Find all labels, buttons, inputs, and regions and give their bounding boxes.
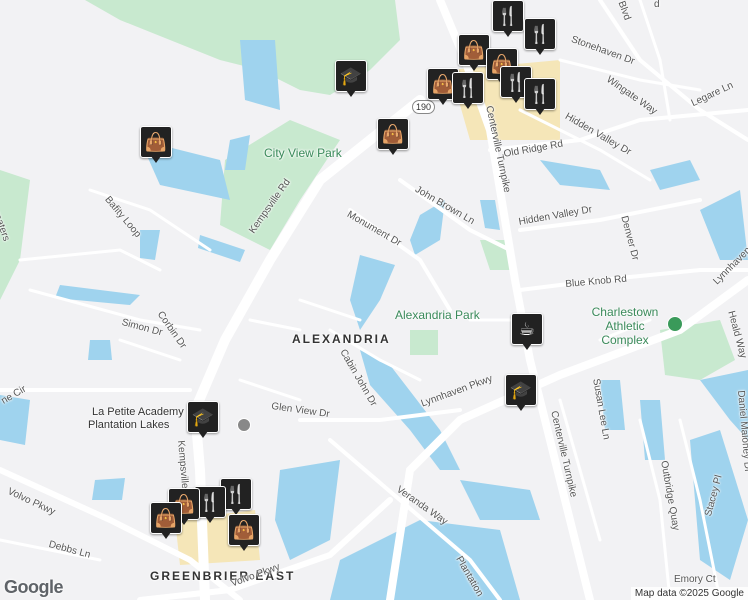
poi-marker-icon[interactable]: [237, 418, 251, 432]
restaurant-pin[interactable]: 🍴: [452, 72, 484, 112]
school-pin[interactable]: 🎓: [335, 60, 367, 100]
shopping-bag-icon: 👜: [228, 514, 260, 546]
map-base-layer: [0, 0, 748, 600]
park-label-alexandria[interactable]: Alexandria Park: [395, 309, 480, 321]
area-label-alexandria: ALEXANDRIA: [292, 332, 391, 346]
poi-label-la-petite[interactable]: La Petite Academy: [92, 407, 184, 418]
shopping-bag-icon: 👜: [150, 502, 182, 534]
road-label-emory: Emory Ct: [674, 574, 716, 585]
shopping-bag-pin[interactable]: 👜: [150, 502, 182, 542]
restaurant-icon: 🍴: [492, 0, 524, 32]
restaurant-icon: 🍴: [452, 72, 484, 104]
school-icon: 🎓: [505, 374, 537, 406]
restaurant-pin[interactable]: 🍴: [524, 18, 556, 58]
restaurant-icon: 🍴: [524, 78, 556, 110]
park-label-city-view[interactable]: City View Park: [264, 147, 342, 159]
map-canvas[interactable]: ALEXANDRIA GREENBRIER EAST City View Par…: [0, 0, 748, 600]
school-pin[interactable]: 🎓: [505, 374, 537, 414]
park-marker-icon[interactable]: [667, 316, 683, 332]
shopping-bag-pin[interactable]: 👜: [228, 514, 260, 554]
restaurant-pin[interactable]: 🍴: [492, 0, 524, 40]
shopping-bag-pin[interactable]: 👜: [377, 118, 409, 158]
school-icon: 🎓: [335, 60, 367, 92]
park-label-charlestown[interactable]: Charlestown Athletic Complex: [580, 305, 670, 347]
cafe-icon: ☕: [511, 313, 543, 345]
google-logo: Google: [4, 577, 64, 597]
map-attribution[interactable]: Map data ©2025 Google: [630, 587, 748, 600]
shopping-bag-icon: 👜: [140, 126, 172, 158]
restaurant-icon: 🍴: [524, 18, 556, 50]
restaurant-pin[interactable]: 🍴: [524, 78, 556, 118]
cafe-pin[interactable]: ☕: [511, 313, 543, 353]
school-pin[interactable]: 🎓: [187, 401, 219, 441]
road-label-d-top: d: [654, 0, 660, 10]
shopping-bag-icon: 👜: [377, 118, 409, 150]
shopping-bag-pin[interactable]: 👜: [140, 126, 172, 166]
school-icon: 🎓: [187, 401, 219, 433]
poi-label-plantation-lakes[interactable]: Plantation Lakes: [88, 420, 169, 431]
